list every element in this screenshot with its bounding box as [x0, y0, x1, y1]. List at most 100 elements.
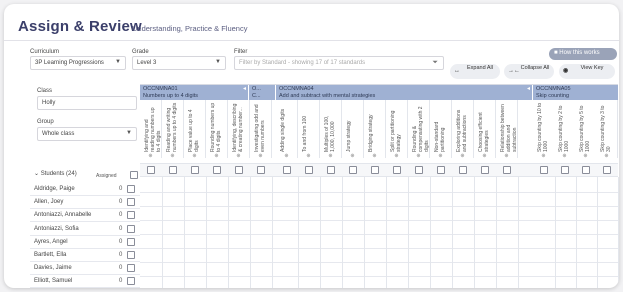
student-row[interactable]: Aldridge, Paige 0 [30, 183, 140, 196]
grid-column-divider [618, 177, 619, 288]
strand-header[interactable]: OCCNMNA01 Numbers up to 4 digits ◂ [140, 85, 248, 100]
strand-header[interactable]: OCCNMNA05 Skip counting [533, 85, 618, 100]
grid-column-divider [250, 177, 251, 288]
grid-column-divider [408, 177, 409, 288]
grid-column-divider [496, 177, 497, 288]
student-checkbox[interactable] [127, 211, 135, 220]
plus-icon: ⊕ [416, 153, 421, 159]
column-select-checkbox[interactable] [257, 166, 265, 174]
student-name: Aldridge, Paige [34, 186, 75, 192]
student-checkbox[interactable] [127, 198, 135, 207]
standard-column-header[interactable]: Relationship between addition and subtra… [496, 100, 518, 159]
standard-column-header[interactable]: Skip counting by 10 to 1000 ⊕ [533, 100, 555, 159]
strand-header[interactable]: O... C... [249, 85, 275, 100]
grade-select[interactable]: Level 3 ▼ [132, 56, 226, 70]
student-checkbox[interactable] [127, 237, 135, 246]
plus-icon: ⊕ [604, 153, 609, 159]
column-select-checkbox[interactable] [481, 166, 489, 174]
chevron-down-icon: ⌄ [34, 171, 40, 177]
student-checkbox[interactable] [127, 224, 135, 233]
column-select-checkbox[interactable] [603, 166, 611, 174]
standard-column-header[interactable]: Skip counting by 5 to 1000 ⊕ [575, 100, 597, 159]
standard-name: To and from 100 [302, 115, 308, 152]
select-all-checkbox[interactable] [130, 171, 138, 179]
column-select-checkbox[interactable] [415, 166, 423, 174]
strand-header[interactable]: OCCNMNA04 Add and subtract with mental st… [276, 85, 532, 100]
student-checkbox[interactable] [127, 277, 135, 286]
class-field[interactable]: Holly [37, 96, 137, 110]
column-select-checkbox[interactable] [191, 166, 199, 174]
column-select-checkbox[interactable] [169, 166, 177, 174]
standard-column-header[interactable]: Reading and writing numbers up to 4 digi… [162, 100, 184, 159]
column-select-checkbox[interactable] [503, 166, 511, 174]
column-select-checkbox[interactable] [305, 166, 313, 174]
standard-name: Skip counting by 2 to 1000 [558, 105, 570, 152]
standard-name: Skip counting by 3 to 30 [600, 105, 612, 152]
grid-row [140, 263, 618, 277]
student-checkbox[interactable] [127, 185, 135, 193]
group-select[interactable]: Whole class ▼ [37, 127, 137, 141]
assign-review-card: Assign & Review Understanding, Practice … [4, 4, 619, 288]
student-row[interactable]: Davies, Jaime 0 [30, 262, 140, 276]
column-select-checkbox[interactable] [349, 166, 357, 174]
standard-column-header[interactable]: Choosing efficient strategies ⊕ [474, 100, 496, 159]
column-select-checkbox[interactable] [582, 166, 590, 174]
column-select-checkbox[interactable] [235, 166, 243, 174]
standard-column-header[interactable]: Split or partitioning strategy ⊕ [386, 100, 408, 159]
student-name: Bartlett, Ella [34, 252, 67, 258]
assigned-count: 0 [119, 199, 123, 206]
standard-column-header[interactable]: Identifying and reading numbers up to 4 … [140, 100, 162, 159]
standard-column-header[interactable]: Rounding & compensating with 2 digits ⊕ [408, 100, 430, 159]
column-select-checkbox[interactable] [540, 166, 548, 174]
column-select-checkbox[interactable] [437, 166, 445, 174]
student-row[interactable]: Elliott, Samuel 0 [30, 275, 140, 288]
collapse-all-button[interactable]: →← Collapse All [504, 64, 554, 79]
column-select-checkbox[interactable] [327, 166, 335, 174]
column-select-checkbox[interactable] [393, 166, 401, 174]
standard-name: Split or partitioning strategy [390, 110, 402, 152]
standard-column-header[interactable]: Skip counting by 3 to 30 ⊕ [596, 100, 618, 159]
column-select-checkbox[interactable] [213, 166, 221, 174]
grid-column-divider [386, 177, 387, 288]
standard-column-header[interactable]: Place value up to 4 digits ⊕ [184, 100, 206, 159]
column-select-checkbox[interactable] [561, 166, 569, 174]
student-row[interactable]: Antoniazzi, Annabelle 0 [30, 209, 140, 223]
standard-column-header[interactable]: Identifying, describing & creating numbe… [228, 100, 250, 159]
students-header[interactable]: ⌄ Students (24) [34, 170, 77, 177]
student-checkbox[interactable] [127, 251, 135, 259]
standard-column-header[interactable]: Jump strategy ⊕ [342, 100, 364, 159]
standard-column-header[interactable]: Investigating odd and even numbers ⊕ [250, 100, 272, 159]
student-row[interactable]: Antoniazzi, Sofia 0 [30, 223, 140, 236]
view-key-button[interactable]: ◉ View Key [559, 64, 615, 79]
select-all-row [140, 163, 618, 177]
standard-column-header[interactable]: Rounding numbers up to 4 digits ⊕ [206, 100, 228, 159]
group-label: Group [37, 119, 54, 125]
standard-column-header[interactable]: Bridging strategy ⊕ [364, 100, 386, 159]
standard-column-header[interactable]: To and from 100 ⊕ [298, 100, 320, 159]
student-row[interactable]: Ayres, Angel 0 [30, 236, 140, 249]
plus-icon: ⊕ [258, 153, 263, 159]
standard-column-header[interactable]: Exploring additions and subtractions ⊕ [452, 100, 474, 159]
standard-column-header[interactable]: Non-standard partitioning ⊕ [430, 100, 452, 159]
student-checkbox[interactable] [127, 264, 135, 273]
grid-row [140, 221, 618, 235]
curriculum-select[interactable]: 3P Learning Progressions ▼ [30, 56, 126, 70]
expand-all-button[interactable]: ↔ Expand All [450, 64, 500, 79]
student-row[interactable]: Bartlett, Ella 0 [30, 249, 140, 262]
standard-column-header[interactable]: Skip counting by 2 to 1000 ⊕ [554, 100, 576, 159]
column-select-checkbox[interactable] [283, 166, 291, 174]
grid-column-divider [184, 177, 185, 288]
standard-column-header[interactable]: Adding single digits ⊕ [276, 100, 298, 159]
column-select-checkbox[interactable] [371, 166, 379, 174]
grid-row [140, 235, 618, 249]
student-row[interactable]: Allen, Joey 0 [30, 196, 140, 210]
assigned-count: 0 [119, 252, 123, 258]
how-this-works-button[interactable]: ■ How this works [549, 48, 617, 60]
column-select-checkbox[interactable] [147, 166, 155, 174]
funnel-icon: ⏷ [432, 59, 438, 66]
standard-column-header[interactable]: Multiples of 100, 1,000, 10,000 ⊕ [320, 100, 342, 159]
grid-column-divider [597, 177, 598, 288]
filter-input[interactable]: Filter by Standard - showing 17 of 17 st… [234, 56, 444, 70]
column-select-checkbox[interactable] [459, 166, 467, 174]
grid-row [140, 193, 618, 207]
